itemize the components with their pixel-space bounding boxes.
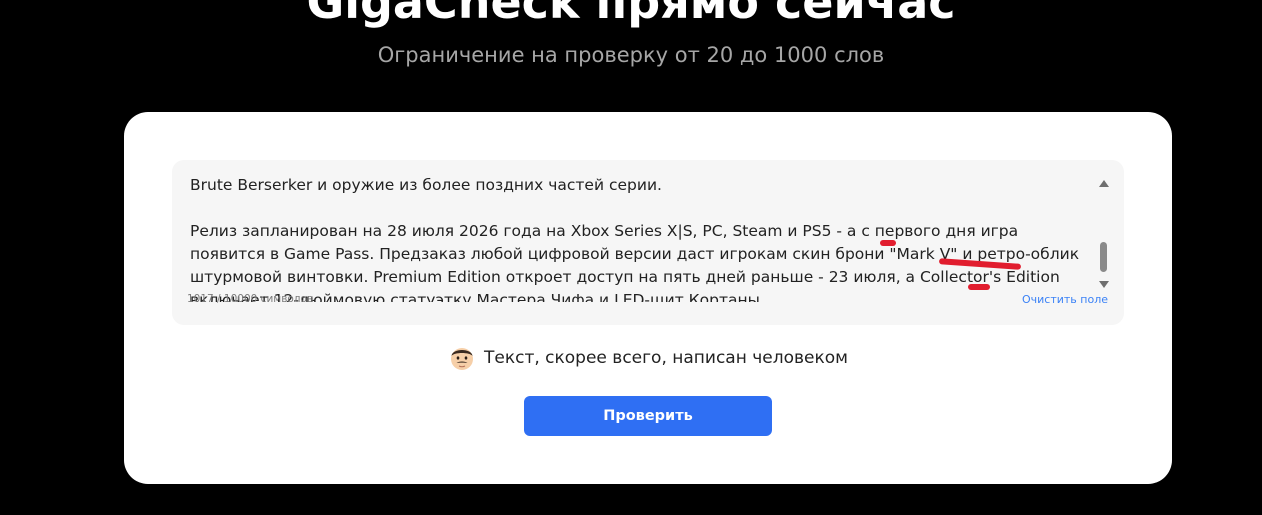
- scroll-down-icon[interactable]: [1099, 281, 1109, 288]
- check-card: Brute Berserker и оружие из более поздни…: [124, 112, 1172, 484]
- scroll-thumb[interactable]: [1100, 242, 1107, 272]
- text-input[interactable]: Brute Berserker и оружие из более поздни…: [190, 174, 1090, 302]
- check-button[interactable]: Проверить: [524, 396, 772, 436]
- result-row: Текст, скорее всего, написан человеком: [124, 344, 1172, 378]
- man-face-emoji-icon: [448, 344, 476, 372]
- char-counter: 1017 / 10000 символов: [187, 293, 314, 305]
- result-text: Текст, скорее всего, написан человеком: [484, 348, 848, 368]
- highlight-mark: [880, 240, 896, 246]
- clear-field-link[interactable]: Очистить поле: [1022, 293, 1108, 306]
- scroll-up-icon[interactable]: [1099, 180, 1109, 187]
- page-subtitle: Ограничение на проверку от 20 до 1000 сл…: [377, 43, 885, 67]
- page-title: GigaCheck прямо сейчас: [306, 0, 956, 29]
- editor-scrollbar[interactable]: [1098, 178, 1110, 290]
- text-editor[interactable]: Brute Berserker и оружие из более поздни…: [172, 160, 1124, 325]
- editor-footer: 1017 / 10000 символов Очистить поле: [172, 288, 1124, 325]
